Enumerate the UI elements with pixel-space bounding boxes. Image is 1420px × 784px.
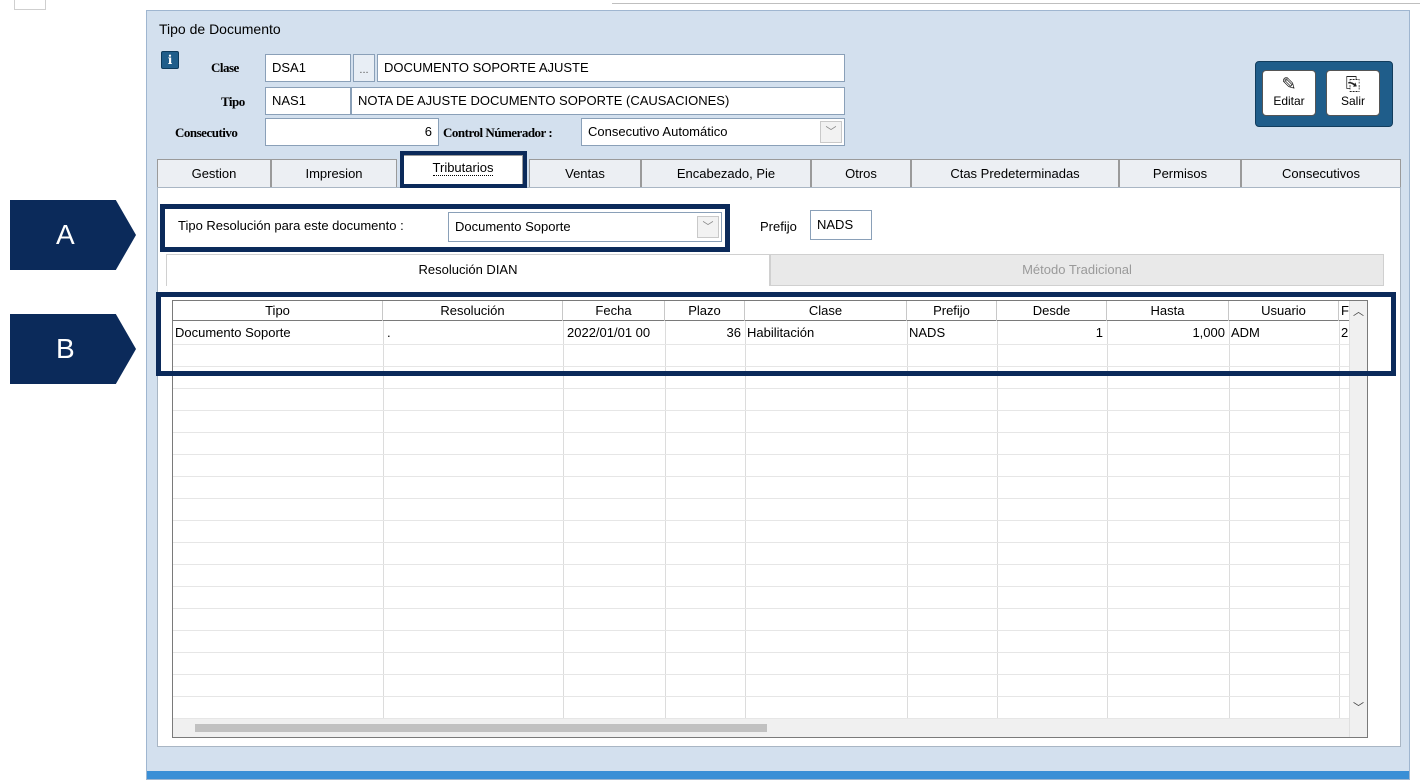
- grid-row-line: [173, 630, 1349, 631]
- grid-row-line: [173, 564, 1349, 565]
- editar-button[interactable]: ✎ Editar: [1262, 70, 1316, 116]
- grid-row-line: [173, 696, 1349, 697]
- tab-impresion[interactable]: Impresion: [271, 159, 397, 187]
- prefijo-label: Prefijo: [760, 219, 797, 234]
- grid-row-line: [173, 674, 1349, 675]
- horizontal-scrollbar[interactable]: [173, 719, 1349, 737]
- consecutivo-label: Consecutivo: [175, 125, 238, 140]
- edit-icon: ✎: [1281, 74, 1297, 94]
- grid-row-line: [173, 410, 1349, 411]
- callout-a: A: [10, 200, 136, 270]
- grid-row-line: [173, 652, 1349, 653]
- grid-row-line: [173, 608, 1349, 609]
- info-icon[interactable]: i: [161, 51, 179, 69]
- grid-row-line: [173, 432, 1349, 433]
- control-numerador-value: Consecutivo Automático: [588, 124, 728, 139]
- highlight-box-a: [160, 204, 730, 252]
- background-top-line: [612, 0, 1420, 4]
- clase-lookup-button[interactable]: ...: [353, 54, 375, 82]
- clase-description-field[interactable]: DOCUMENTO SOPORTE AJUSTE: [377, 54, 845, 82]
- tab-gestion[interactable]: Gestion: [157, 159, 271, 187]
- tipo-description-field[interactable]: NOTA DE AJUSTE DOCUMENTO SOPORTE (CAUSAC…: [351, 87, 845, 115]
- tab-ctas-predeterminadas[interactable]: Ctas Predeterminadas: [911, 159, 1119, 187]
- grid-row-line: [173, 476, 1349, 477]
- exit-icon: ⎘: [1345, 74, 1361, 94]
- callout-b: B: [10, 314, 136, 384]
- tab-bar: Gestion Impresion Tributarios Ventas Enc…: [157, 155, 1401, 187]
- action-toolbar: ✎ Editar ⎘ Salir: [1255, 61, 1393, 127]
- tab-permisos[interactable]: Permisos: [1119, 159, 1241, 187]
- window-bottom-bar: [147, 771, 1409, 779]
- grid-row-line: [173, 498, 1349, 499]
- consecutivo-field[interactable]: 6: [265, 118, 439, 146]
- highlight-tab-tributarios: [400, 151, 527, 188]
- grid-row-line: [173, 542, 1349, 543]
- control-numerador-select[interactable]: Consecutivo Automático ﹀: [581, 118, 845, 146]
- subtab-resolucion-dian[interactable]: Resolución DIAN: [166, 254, 770, 286]
- editar-label: Editar: [1273, 94, 1305, 108]
- horizontal-scroll-thumb[interactable]: [195, 724, 767, 732]
- tab-consecutivos[interactable]: Consecutivos: [1241, 159, 1401, 187]
- salir-button[interactable]: ⎘ Salir: [1326, 70, 1380, 116]
- chevron-down-icon[interactable]: ﹀: [820, 121, 842, 143]
- tipo-label: Tipo: [221, 94, 245, 109]
- tipo-code-field[interactable]: NAS1: [265, 87, 351, 115]
- tab-encabezado-pie[interactable]: Encabezado, Pie: [641, 159, 811, 187]
- clase-label: Clase: [211, 60, 239, 75]
- control-numerador-label: Control Númerador :: [443, 125, 553, 140]
- tab-ventas[interactable]: Ventas: [529, 159, 641, 187]
- window-title: Tipo de Documento: [159, 21, 281, 37]
- highlight-box-b: [156, 292, 1396, 376]
- scroll-down-icon[interactable]: ﹀: [1353, 699, 1364, 715]
- grid-row-line: [173, 454, 1349, 455]
- grid-row-line: [173, 586, 1349, 587]
- tab-otros[interactable]: Otros: [811, 159, 911, 187]
- grid-row-line: [173, 520, 1349, 521]
- grid-row-line: [173, 388, 1349, 389]
- prefijo-field[interactable]: NADS: [810, 210, 872, 240]
- background-corner-box: [14, 0, 46, 10]
- salir-label: Salir: [1340, 94, 1365, 108]
- clase-code-field[interactable]: DSA1: [265, 54, 351, 82]
- subtab-metodo-tradicional[interactable]: Método Tradicional: [770, 254, 1384, 286]
